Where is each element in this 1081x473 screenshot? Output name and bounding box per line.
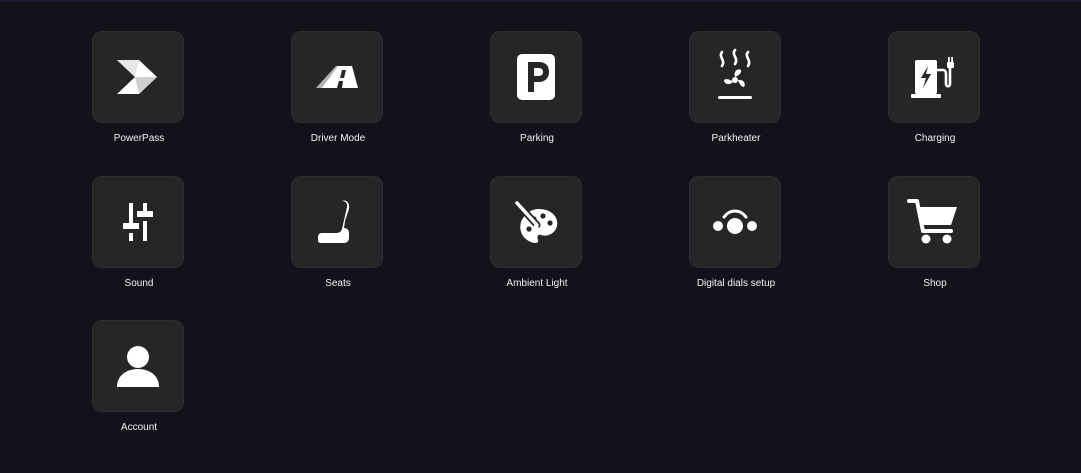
sound-tile[interactable]	[92, 176, 184, 268]
app-powerpass[interactable]: PowerPass	[59, 31, 219, 161]
charging-label: Charging	[914, 133, 956, 144]
parkheater-label: Parkheater	[711, 133, 761, 144]
car-seat-icon	[318, 200, 350, 243]
account-tile[interactable]	[92, 320, 184, 412]
shop-label: Shop	[923, 278, 947, 289]
charging-tile[interactable]	[888, 31, 980, 123]
app-digital-dials[interactable]: Digital dials setup	[656, 176, 816, 306]
app-shop[interactable]: Shop	[855, 176, 1015, 306]
digital-dials-tile[interactable]	[689, 176, 781, 268]
app-charging[interactable]: Charging	[855, 31, 1015, 161]
parking-tile[interactable]	[490, 31, 582, 123]
driver-mode-label: Driver Mode	[310, 133, 366, 144]
sound-label: Sound	[124, 278, 154, 289]
parking-p-icon	[517, 54, 555, 100]
sound-sliders-icon	[123, 203, 153, 241]
charging-station-icon	[911, 57, 954, 98]
parkheater-fan-heat-icon	[718, 48, 752, 99]
ambient-light-label: Ambient Light	[506, 278, 568, 289]
app-driver-mode[interactable]: Driver Mode	[258, 31, 418, 161]
digital-dials-icon	[713, 209, 757, 234]
digital-dials-label: Digital dials setup	[696, 278, 776, 289]
palette-brush-icon	[513, 199, 558, 244]
powerpass-icon	[117, 60, 157, 94]
parking-label: Parking	[520, 133, 554, 144]
app-parking[interactable]: Parking	[457, 31, 617, 161]
user-account-icon	[117, 346, 159, 387]
seats-label: Seats	[325, 278, 351, 289]
driver-mode-tile[interactable]	[291, 31, 383, 123]
app-sound[interactable]: Sound	[59, 176, 219, 306]
driver-mode-road-icon	[316, 66, 358, 88]
shop-tile[interactable]	[888, 176, 980, 268]
app-ambient-light[interactable]: Ambient Light	[457, 176, 617, 306]
ambient-light-tile[interactable]	[490, 176, 582, 268]
account-label: Account	[120, 422, 158, 433]
parkheater-tile[interactable]	[689, 31, 781, 123]
app-launcher-grid: PowerPass Driver Mode Parking Parkheater…	[0, 0, 1081, 473]
seats-tile[interactable]	[291, 176, 383, 268]
powerpass-tile[interactable]	[92, 31, 184, 123]
powerpass-label: PowerPass	[113, 133, 165, 144]
app-account[interactable]: Account	[59, 320, 219, 450]
shopping-cart-icon	[907, 199, 957, 244]
app-seats[interactable]: Seats	[258, 176, 418, 306]
app-parkheater[interactable]: Parkheater	[656, 31, 816, 161]
